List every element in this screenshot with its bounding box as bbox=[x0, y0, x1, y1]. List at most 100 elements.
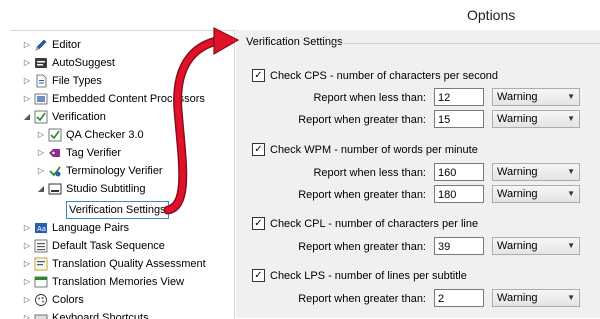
tqa-icon bbox=[34, 257, 48, 271]
cpl-greater-label: Report when greater than: bbox=[298, 241, 426, 253]
lps-greater-input[interactable]: 2 bbox=[434, 289, 484, 307]
wpm-less-input[interactable]: 160 bbox=[434, 163, 484, 181]
tree-item-label: Translation Quality Assessment bbox=[52, 258, 206, 270]
tree-item-label: Colors bbox=[52, 294, 84, 306]
tree-item-tag-verifier[interactable]: ▷ Tag Verifier bbox=[36, 144, 121, 162]
tree-item-language-pairs[interactable]: ▷ Aa Language Pairs bbox=[22, 219, 129, 237]
chevron-down-icon: ▼ bbox=[567, 189, 575, 198]
task-sequence-icon bbox=[34, 239, 48, 253]
tree-item-translation-memories-view[interactable]: ▷ Translation Memories View bbox=[22, 273, 184, 291]
expand-arrow-icon[interactable]: ▷ bbox=[36, 144, 46, 162]
check-lps-label: Check LPS - number of lines per subtitle bbox=[270, 269, 467, 282]
wpm-less-level-value: Warning bbox=[497, 166, 538, 178]
check-lps-checkbox[interactable]: ✓ bbox=[252, 269, 265, 282]
check-lps[interactable]: ✓ Check LPS - number of lines per subtit… bbox=[252, 269, 467, 282]
svg-text:Aa: Aa bbox=[37, 225, 46, 233]
check-wpm-checkbox[interactable]: ✓ bbox=[252, 143, 265, 156]
tree-item-studio-subtitling[interactable]: ◢ Studio Subtitling bbox=[36, 180, 146, 198]
language-pairs-icon: Aa bbox=[34, 221, 48, 235]
tree-item-terminology-verifier[interactable]: ▷ Terminology Verifier bbox=[36, 162, 163, 180]
check-cps-checkbox[interactable]: ✓ bbox=[252, 69, 265, 82]
tree-item-verification[interactable]: ◢ Verification bbox=[22, 108, 106, 126]
tree-item-label: Verification bbox=[52, 111, 106, 123]
cps-greater-input[interactable]: 15 bbox=[434, 110, 484, 128]
terminology-verifier-icon bbox=[48, 164, 62, 178]
expand-arrow-icon[interactable]: ▷ bbox=[36, 162, 46, 180]
check-cps[interactable]: ✓ Check CPS - number of characters per s… bbox=[252, 69, 498, 82]
chevron-down-icon: ▼ bbox=[567, 293, 575, 302]
verification-icon bbox=[34, 110, 48, 124]
chevron-down-icon: ▼ bbox=[567, 92, 575, 101]
expand-arrow-icon[interactable]: ▷ bbox=[36, 126, 46, 144]
wpm-greater-level-value: Warning bbox=[497, 188, 538, 200]
wpm-less-level-select[interactable]: Warning ▼ bbox=[492, 163, 580, 181]
expand-arrow-icon[interactable]: ▷ bbox=[22, 273, 32, 291]
collapse-arrow-icon[interactable]: ◢ bbox=[22, 108, 32, 126]
file-types-icon bbox=[34, 74, 48, 88]
tree-item-label: Embedded Content Processors bbox=[52, 93, 205, 105]
wpm-greater-input[interactable]: 180 bbox=[434, 185, 484, 203]
expand-arrow-icon[interactable]: ▷ bbox=[22, 54, 32, 72]
title-bar: Options bbox=[0, 0, 600, 30]
tree-item-embedded-content-processors[interactable]: ▷ Embedded Content Processors bbox=[22, 90, 205, 108]
lps-greater-label: Report when greater than: bbox=[298, 293, 426, 305]
check-cps-label: Check CPS - number of characters per sec… bbox=[270, 69, 499, 82]
tree-item-label: Studio Subtitling bbox=[66, 183, 146, 195]
expand-arrow-icon[interactable]: ▷ bbox=[22, 219, 32, 237]
tree-item-label: Language Pairs bbox=[52, 222, 130, 234]
tree-item-label: QA Checker 3.0 bbox=[66, 129, 144, 141]
tree-item-verification-settings[interactable]: Verification Settings bbox=[66, 201, 169, 219]
tree-item-default-task-sequence[interactable]: ▷ Default Task Sequence bbox=[22, 237, 165, 255]
check-cpl-label: Check CPL - number of characters per lin… bbox=[270, 217, 479, 230]
cpl-greater-level-value: Warning bbox=[497, 240, 538, 252]
tag-verifier-icon bbox=[48, 146, 62, 160]
tree-item-label: Editor bbox=[52, 39, 81, 51]
cpl-greater-input[interactable]: 39 bbox=[434, 237, 484, 255]
cps-greater-level-value: Warning bbox=[497, 113, 538, 125]
check-wpm[interactable]: ✓ Check WPM - number of words per minute bbox=[252, 143, 478, 156]
collapse-arrow-icon[interactable]: ◢ bbox=[36, 180, 46, 198]
tree-item-autosuggest[interactable]: ▷ AutoSuggest bbox=[22, 54, 115, 72]
autosuggest-icon bbox=[34, 56, 48, 70]
colors-icon bbox=[34, 293, 48, 307]
tree-item-label: Tag Verifier bbox=[66, 147, 122, 159]
expand-arrow-icon[interactable]: ▷ bbox=[22, 72, 32, 90]
qa-checker-icon bbox=[48, 128, 62, 142]
expand-arrow-icon[interactable]: ▷ bbox=[22, 237, 32, 255]
lps-greater-level-value: Warning bbox=[497, 292, 538, 304]
wpm-greater-level-select[interactable]: Warning ▼ bbox=[492, 185, 580, 203]
check-cpl-checkbox[interactable]: ✓ bbox=[252, 217, 265, 230]
cps-less-label: Report when less than: bbox=[313, 92, 426, 104]
section-divider bbox=[334, 43, 600, 44]
wpm-less-label: Report when less than: bbox=[313, 167, 426, 179]
tree-item-file-types[interactable]: ▷ File Types bbox=[22, 72, 102, 90]
pencil-icon bbox=[34, 38, 48, 52]
tree-item-editor[interactable]: ▷ Editor bbox=[22, 36, 81, 54]
tree-item-label: Terminology Verifier bbox=[66, 165, 163, 177]
check-cpl[interactable]: ✓ Check CPL - number of characters per l… bbox=[252, 217, 478, 230]
tm-view-icon bbox=[34, 275, 48, 289]
cpl-greater-level-select[interactable]: Warning ▼ bbox=[492, 237, 580, 255]
options-tree[interactable]: ▷ Editor ▷ AutoSuggest ▷ File Types ▷ Em… bbox=[10, 30, 235, 319]
expand-arrow-icon[interactable]: ▷ bbox=[22, 90, 32, 108]
verification-settings-panel: Verification Settings ✓ Check CPS - numb… bbox=[236, 30, 600, 318]
tree-item-translation-quality-assessment[interactable]: ▷ Translation Quality Assessment bbox=[22, 255, 206, 273]
chevron-down-icon: ▼ bbox=[567, 241, 575, 250]
embedded-content-icon bbox=[34, 92, 48, 106]
tree-item-colors[interactable]: ▷ Colors bbox=[22, 291, 84, 309]
check-wpm-label: Check WPM - number of words per minute bbox=[270, 143, 478, 156]
window-title: Options bbox=[467, 7, 516, 23]
expand-arrow-icon[interactable]: ▷ bbox=[22, 291, 32, 309]
tree-item-label: File Types bbox=[52, 75, 102, 87]
chevron-down-icon: ▼ bbox=[567, 167, 575, 176]
lps-greater-level-select[interactable]: Warning ▼ bbox=[492, 289, 580, 307]
cps-less-level-select[interactable]: Warning ▼ bbox=[492, 88, 580, 106]
subtitling-icon bbox=[48, 182, 62, 196]
tree-item-qa-checker[interactable]: ▷ QA Checker 3.0 bbox=[36, 126, 144, 144]
cps-greater-label: Report when greater than: bbox=[298, 114, 426, 126]
tree-item-label: AutoSuggest bbox=[52, 57, 115, 69]
expand-arrow-icon[interactable]: ▷ bbox=[22, 255, 32, 273]
cps-less-input[interactable]: 12 bbox=[434, 88, 484, 106]
cps-greater-level-select[interactable]: Warning ▼ bbox=[492, 110, 580, 128]
expand-arrow-icon[interactable]: ▷ bbox=[22, 36, 32, 54]
